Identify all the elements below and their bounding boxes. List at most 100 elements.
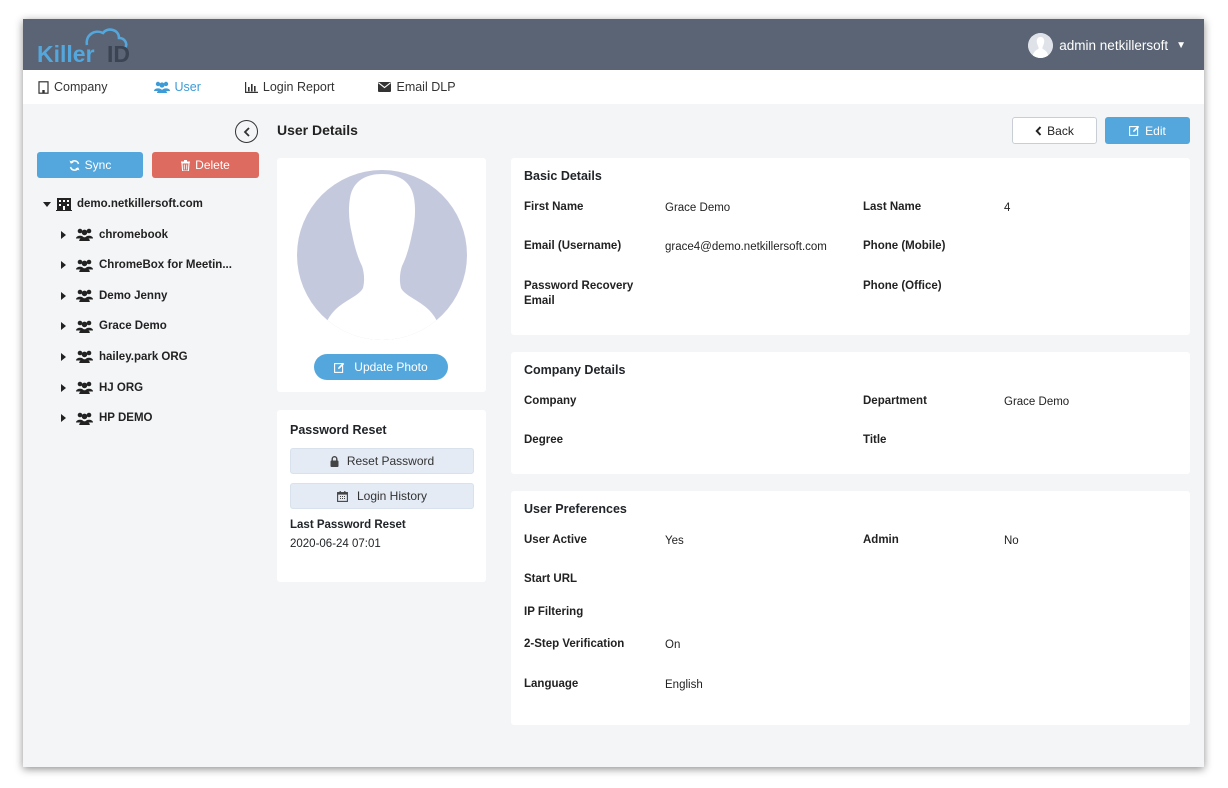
tree-item-label: Grace Demo [99,320,167,333]
tree-item-label: HJ ORG [99,381,144,394]
last-reset-value: 2020-06-24 07:01 [290,538,381,550]
last-reset-label: Last Password Reset [290,519,406,531]
bar-chart-icon [244,81,258,93]
nav-email-dlp-label: Email DLP [396,80,456,94]
killer-id-logo[interactable]: Killer ID [35,25,145,67]
avatar [1028,32,1054,58]
reset-password-label: Reset Password [346,454,435,468]
language-label: Language [524,678,579,690]
expand-right-icon[interactable] [61,383,66,392]
degree-label: Degree [524,434,563,446]
department-label: Department [863,395,927,407]
tree-item[interactable]: HJ ORG [61,380,232,396]
first-name-value: Grace Demo [665,202,731,214]
update-photo-button[interactable]: Update Photo [314,354,448,380]
tree-item-label: hailey.park ORG [99,350,188,363]
basic-details-title: Basic Details [524,169,602,183]
job-title-label: Title [863,434,887,446]
sync-icon [69,159,80,171]
sync-button[interactable]: Sync [37,152,143,178]
photo-card: Update Photo [277,158,486,392]
building-icon [56,198,72,211]
recovery-email-label: Password Recovery Email [524,279,633,309]
user-name: admin netkillersoft [1059,37,1169,53]
tree-item[interactable]: ChromeBox for Meetin... [61,257,232,273]
last-name-label: Last Name [863,201,922,213]
user-active-value: Yes [665,535,684,547]
sidebar: Sync Delete demo.netkillersoft.com chrom… [23,104,273,767]
two-step-value: On [665,639,681,651]
user-active-label: User Active [524,534,587,546]
user-preferences-card: User Preferences User Active Yes Admin N… [511,491,1190,725]
users-icon [76,289,93,303]
update-photo-label: Update Photo [354,360,428,374]
reset-password-button[interactable]: Reset Password [290,448,474,474]
nav-login-report[interactable]: Login Report [244,80,334,94]
users-icon [76,381,93,395]
expand-right-icon[interactable] [61,291,66,300]
profile-photo [297,170,467,340]
main-nav: Company User Login Report Email DLP [23,70,1204,104]
first-name-label: First Name [524,201,584,213]
nav-company[interactable]: Company [38,80,108,94]
user-menu[interactable]: admin netkillersoft ▼ [1028,32,1186,58]
expand-right-icon[interactable] [61,414,66,423]
department-value: Grace Demo [1004,396,1070,408]
expand-right-icon[interactable] [61,261,66,270]
login-history-label: Login History [356,489,428,503]
calendar-icon [337,490,348,502]
building-icon [38,80,49,94]
email-label: Email (Username) [524,240,622,252]
back-label: Back [1047,123,1074,138]
page-title: User Details [277,122,358,138]
users-icon [76,259,93,272]
expand-down-icon[interactable] [43,201,51,207]
user-silhouette-icon [322,174,442,340]
phone-mobile-label: Phone (Mobile) [863,240,946,252]
expand-right-icon[interactable] [61,322,66,331]
top-bar: Killer ID admin netkillersoft ▼ [23,19,1204,70]
expand-right-icon[interactable] [61,352,66,361]
collapse-sidebar-button[interactable] [235,120,258,143]
nav-user-label: User [174,80,201,94]
password-reset-card: Password Reset Reset Password Login Hist… [277,410,486,582]
login-history-button[interactable]: Login History [290,483,474,509]
tree-item[interactable]: Grace Demo [61,318,232,334]
company-label: Company [524,395,577,407]
back-button[interactable]: Back [1012,117,1097,144]
tree-item-label: ChromeBox for Meetin... [99,259,232,272]
org-tree: demo.netkillersoft.com chromebook Chrome… [43,196,232,426]
chevron-down-icon: ▼ [1176,39,1186,51]
edit-icon [1129,125,1140,136]
app-window: Killer ID admin netkillersoft ▼ Company … [23,19,1204,767]
users-icon [76,320,93,333]
phone-office-label: Phone (Office) [863,280,942,292]
trash-icon [181,159,191,171]
tree-item-label: HP DEMO [99,412,153,425]
tree-item[interactable]: Demo Jenny [61,288,232,304]
nav-email-dlp[interactable]: Email DLP [378,80,456,94]
delete-button[interactable]: Delete [152,152,259,178]
edit-button[interactable]: Edit [1105,117,1190,144]
admin-label: Admin [863,534,899,546]
admin-value: No [1004,535,1019,547]
tree-root[interactable]: demo.netkillersoft.com [43,196,232,212]
users-icon [76,412,93,425]
tree-item-label: Demo Jenny [99,289,168,302]
users-icon [153,81,170,93]
tree-item-label: chromebook [99,228,169,241]
nav-user[interactable]: User [153,80,201,94]
company-details-title: Company Details [524,363,626,377]
recovery-email-label-line2: Email [524,295,555,307]
edit-label: Edit [1145,123,1166,138]
tree-root-label: demo.netkillersoft.com [77,198,203,210]
nav-company-label: Company [54,80,108,94]
start-url-label: Start URL [524,573,578,585]
svg-text:Killer: Killer [37,41,95,67]
tree-item[interactable]: hailey.park ORG [61,349,232,365]
lock-icon [330,455,339,467]
expand-right-icon[interactable] [61,230,66,239]
tree-item[interactable]: chromebook [61,227,232,243]
company-details-card: Company Details Company Department Grace… [511,352,1190,474]
tree-item[interactable]: HP DEMO [61,410,232,426]
